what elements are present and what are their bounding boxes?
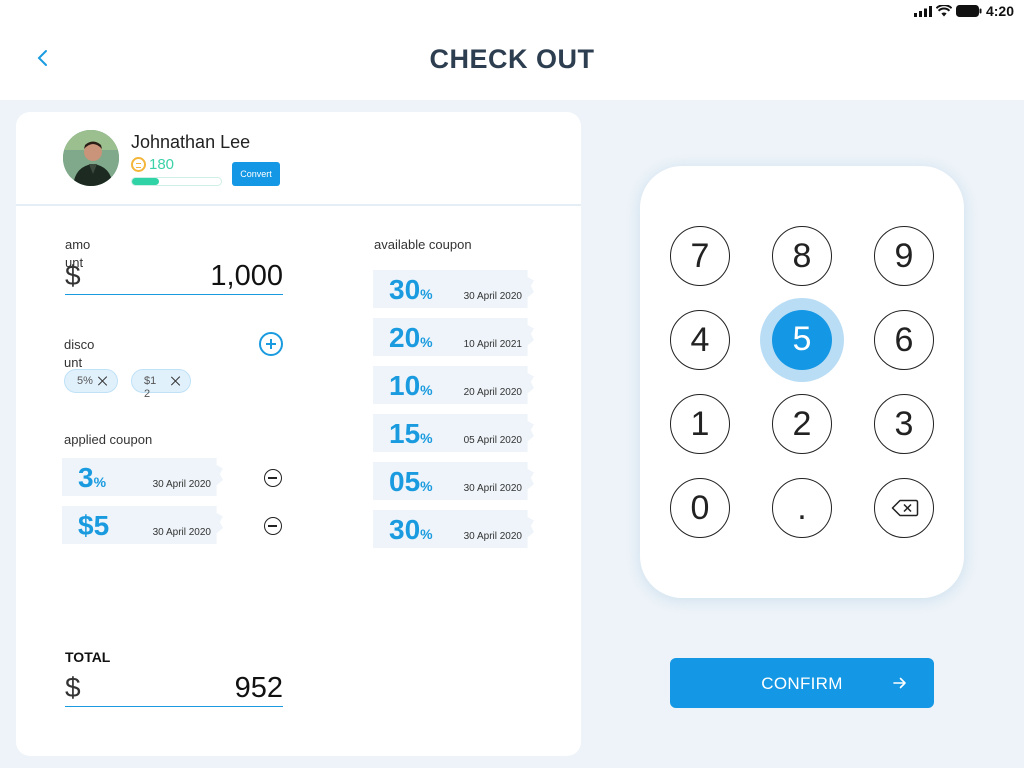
remove-coupon-button[interactable] — [264, 469, 282, 487]
key-7[interactable]: 7 — [670, 226, 730, 286]
key-6[interactable]: 6 — [874, 310, 934, 370]
coupon-value: 30% — [389, 274, 433, 305]
total-value: 952 — [234, 672, 283, 704]
total-currency: $ — [65, 672, 81, 703]
user-name: Johnathan Lee — [131, 132, 251, 152]
available-coupon-label: available coupon — [374, 237, 472, 252]
signal-icon — [913, 5, 932, 17]
amount-currency: $ — [65, 260, 81, 291]
available-coupon-card[interactable]: 20% 10 April 2021 — [373, 318, 534, 356]
coupon-value: 30% — [389, 514, 433, 545]
remove-chip-icon[interactable] — [169, 374, 183, 388]
coin-icon — [131, 157, 146, 172]
key-5[interactable]: 5 — [772, 310, 832, 370]
total-underline — [65, 706, 283, 707]
amount-value[interactable]: 1,000 — [166, 260, 283, 293]
coupon-date: 30 April 2020 — [463, 291, 522, 302]
total-label: TOTAL — [65, 649, 111, 665]
battery-icon — [955, 5, 982, 17]
remove-chip-icon[interactable] — [96, 374, 110, 388]
applied-coupon-card[interactable]: 3% 30 April 2020 — [62, 458, 223, 496]
points-progress-fill — [132, 178, 159, 185]
backspace-icon — [891, 499, 919, 517]
available-coupon-card[interactable]: 05% 30 April 2020 — [373, 462, 534, 500]
coupon-date: 10 April 2021 — [463, 339, 522, 350]
numeric-keypad: 7 8 9 4 5 6 1 2 3 0 . — [640, 166, 964, 598]
status-time: 4:20 — [985, 3, 1014, 19]
coupon-value: 10% — [389, 370, 433, 401]
key-9[interactable]: 9 — [874, 226, 934, 286]
key-3[interactable]: 3 — [874, 394, 934, 454]
points-progress-bar — [131, 177, 222, 186]
wifi-icon — [935, 5, 952, 17]
add-discount-button[interactable] — [259, 332, 283, 356]
coupon-value: 20% — [389, 322, 433, 353]
amount-underline — [65, 294, 283, 295]
discount-chip: 5% — [64, 369, 118, 393]
header: 4:20 CHECK OUT — [0, 0, 1024, 100]
confirm-button[interactable]: CONFIRM — [670, 658, 934, 708]
remove-coupon-button[interactable] — [264, 517, 282, 535]
avatar — [63, 130, 119, 186]
coupon-value: 3% — [78, 462, 107, 493]
key-1[interactable]: 1 — [670, 394, 730, 454]
discount-chip: $1 2 — [131, 369, 191, 400]
coupon-value: 05% — [389, 466, 433, 497]
coupon-date: 05 April 2020 — [463, 435, 522, 446]
coupon-date: 30 April 2020 — [152, 479, 211, 490]
points-value: 180 — [149, 156, 175, 173]
coupon-date: 30 April 2020 — [152, 527, 211, 538]
convert-button[interactable]: Convert — [232, 162, 280, 186]
key-8[interactable]: 8 — [772, 226, 832, 286]
key-decimal[interactable]: . — [772, 478, 832, 538]
available-coupon-card[interactable]: 15% 05 April 2020 — [373, 414, 534, 452]
applied-coupon-card[interactable]: $5 30 April 2020 — [62, 506, 223, 544]
available-coupon-card[interactable]: 10% 20 April 2020 — [373, 366, 534, 404]
status-bar: 4:20 — [913, 3, 1014, 19]
key-2[interactable]: 2 — [772, 394, 832, 454]
key-0[interactable]: 0 — [670, 478, 730, 538]
arrow-right-icon — [893, 677, 906, 689]
checkout-card: Johnathan Lee 180 Convert amo unt $ 1,00… — [16, 112, 581, 756]
available-coupon-card[interactable]: 30% 30 April 2020 — [373, 270, 534, 308]
page-title: CHECK OUT — [429, 44, 595, 74]
discount-chip-label: $1 2 — [144, 375, 157, 400]
applied-coupon-label: applied coupon — [64, 432, 153, 447]
available-coupon-card[interactable]: 30% 30 April 2020 — [373, 510, 534, 548]
profile-divider — [16, 204, 581, 206]
coupon-date: 30 April 2020 — [463, 531, 522, 542]
coupon-value: 15% — [389, 418, 433, 449]
discount-label: disco unt — [64, 337, 95, 370]
discount-chip-label: 5% — [77, 375, 93, 387]
coupon-date: 20 April 2020 — [463, 387, 522, 398]
key-4[interactable]: 4 — [670, 310, 730, 370]
backspace-key[interactable] — [874, 478, 934, 538]
coupon-value: $5 — [78, 510, 110, 541]
coupon-date: 30 April 2020 — [463, 483, 522, 494]
